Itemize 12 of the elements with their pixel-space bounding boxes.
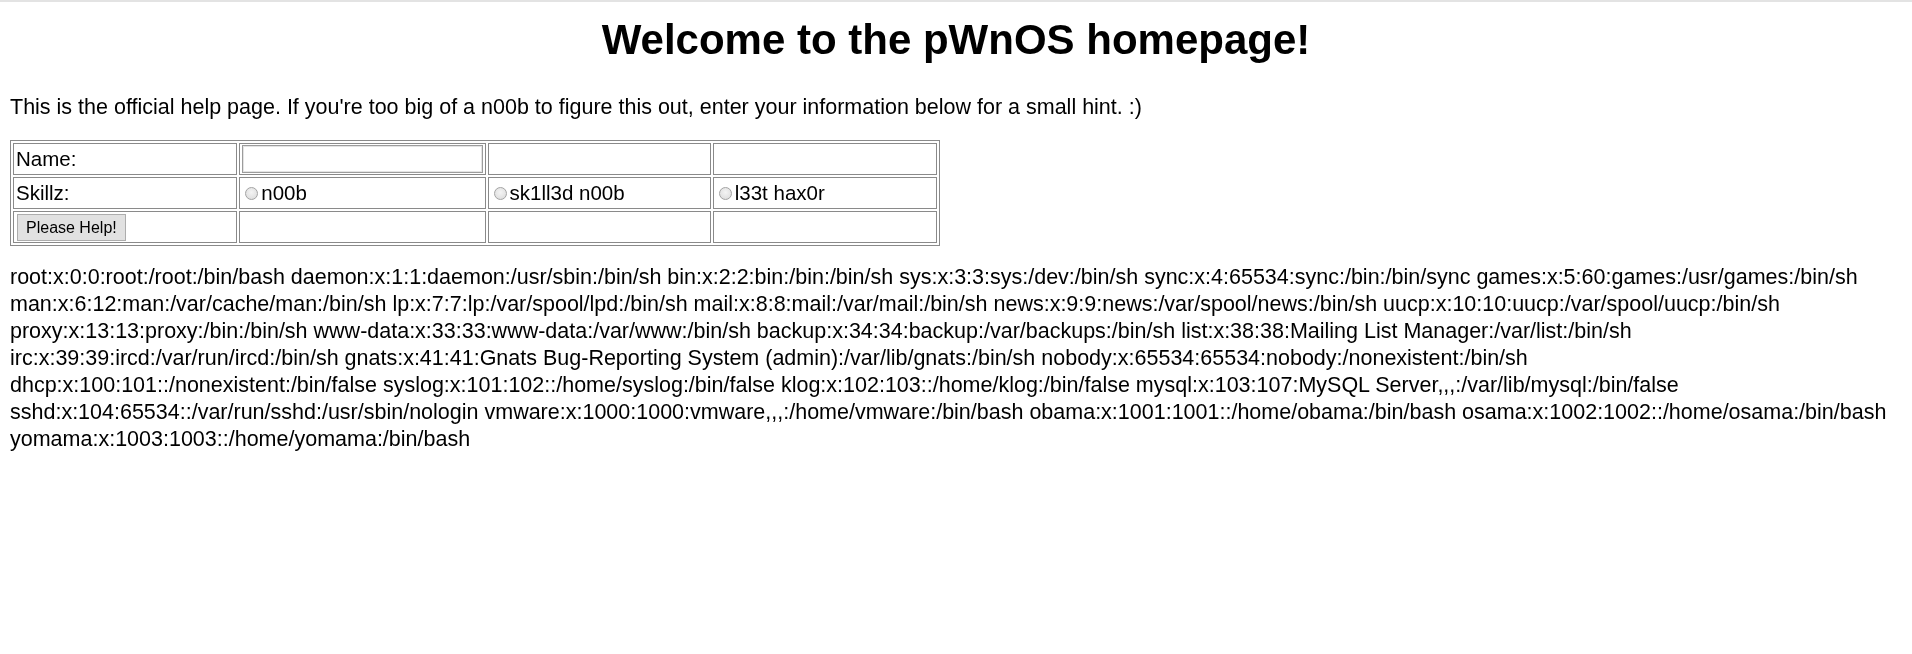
name-label: Name: <box>16 147 77 170</box>
skill-label: Skillz: <box>16 181 70 204</box>
radio-button[interactable] <box>493 186 507 200</box>
radio-button[interactable] <box>718 186 732 200</box>
submit-button[interactable]: Please Help! <box>17 213 126 241</box>
radio-button[interactable] <box>245 186 259 200</box>
passwd-output-text: root:x:0:0:root:/root:/bin/bash daemon:x:1:1:daemon:/usr/sbin:/bin/sh bin:x:2:2:bin:/bin:/bin/sh sys:x:3:3:sys:/dev:/bin/sh sync:x:4:65534:sync:/bin:/bin/sync games:x:5:60:games:/usr/games:/bin/sh man:x:6:12:man:/var/cache/man:/bin/sh lp:x:7:7:lp:/var/spool/lpd:/bin/sh mail:x:8:8:mail:/var/mail:/bin/sh news:x:9:9:news:/var/spool/news:/bin/sh uucp:x:10:10:uucp:/var/spool/uucp:/bin/sh proxy:x:13:13:proxy:/bin:/bin/sh www-data:x:33:33:www-data:/var/www:/bin/sh backup:x:34:34:backup:/var/backups:/bin/sh list:x:38:38:Mailing List Manager:/var/list:/bin/sh irc:x:39:39:ircd:/var/run/ircd:/bin/sh gnats:x:41:41:Gnats Bug-Reporting System (admin):/var/lib/gnats:/bin/sh nobody:x:65534:65534:nobody:/nonexistent:/bin/sh dhcp:x:100:101::/nonexistent:/bin/false syslog:x:101:102::/home/syslog:/bin/false klog:x:102:103::/home/klog:/bin/false mysql:x:103:107:MySQL Server,,,:/var/lib/mysql:/bin/false sshd:x:104:65534::/var/run/sshd:/usr/sbin/nologin vmware:x:1000:1000:vmware,,,:/home/vmware:/bin/bash obama:x:1001:1001::/home/obama:/bin/bash osama:x:1002:1002::/home/osama:/bin/bash yomama:x:1003:1003::/home/yomama:/bin/bash <box>10 264 1887 453</box>
radio-label[interactable]: sk1ll3d n00b <box>509 181 625 205</box>
intro-text: This is the official help page. If you're too big of a n00b to figure this out, enter your information below for a small hint. :) <box>10 95 1142 120</box>
page-heading: Welcome to the pWnOS homepage! <box>600 16 1312 64</box>
radio-label[interactable]: n00b <box>261 181 307 205</box>
radio-label[interactable]: l33t hax0r <box>734 181 825 205</box>
